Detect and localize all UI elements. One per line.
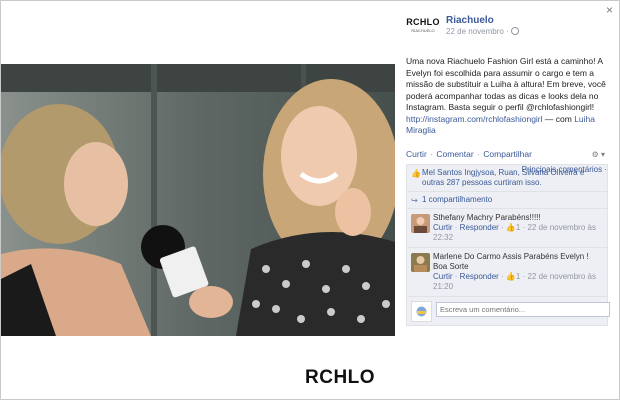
post-header: RCHLO RIACHUELO Riachuelo 22 de novembro… <box>406 11 609 47</box>
avatar[interactable] <box>411 213 430 233</box>
post-photo[interactable] <box>1 64 395 336</box>
comment-author[interactable]: Marlene Do Carmo Assis <box>433 252 521 261</box>
interview-photo-illustration <box>1 64 395 336</box>
page-avatar[interactable]: RCHLO RIACHUELO <box>406 17 440 39</box>
page-name-link[interactable]: Riachuelo <box>446 15 494 26</box>
comment-meta: Curtir · Responder · 👍1 · 22 de novembro… <box>433 222 596 242</box>
shares-summary: ↪ 1 compartilhamento <box>407 192 607 209</box>
avatar-illustration <box>416 306 427 316</box>
brand-caption: RCHLO <box>305 367 376 388</box>
post-date-text: 22 de novembro · <box>446 27 509 36</box>
page-logo-subtext: RIACHUELO <box>411 28 435 33</box>
post-actions: Curtir · Comentar · Compartilhar ⚙ ▾ <box>406 149 609 161</box>
comment-author[interactable]: Sthefany Machry <box>433 213 493 222</box>
comment-like-link[interactable]: Curtir <box>433 272 453 281</box>
shares-link[interactable]: 1 compartilhamento <box>422 195 492 204</box>
comment-item: Sthefany Machry Parabéns!!!!! Curtir · R… <box>407 209 607 248</box>
photo-stage: RCHLO <box>1 1 403 399</box>
post-message: Uma nova Riachuelo Fashion Girl está a c… <box>406 56 609 137</box>
with-text: — com <box>544 113 572 124</box>
comment-likes-count: 1 <box>515 271 521 281</box>
photo-theater-dialog: × RCHLO RCHLO RIACHUELO Riachuelo 22 de … <box>0 0 620 400</box>
globe-icon <box>510 27 519 35</box>
action-separator: · <box>477 148 480 159</box>
comment-text: Parabéns!!!!! <box>495 212 541 222</box>
avatar-illustration <box>411 252 430 272</box>
comment-button[interactable]: Comentar <box>436 149 473 159</box>
like-button[interactable]: Curtir <box>406 149 427 159</box>
avatar[interactable] <box>411 252 430 272</box>
comment-input[interactable] <box>436 301 610 317</box>
like-thumb-icon: 👍 <box>505 271 516 281</box>
likes-summary: 👍 Mel Santos Ingjysoa, Ruan, Silvana Oli… <box>407 165 607 192</box>
options-icon[interactable]: ⚙ ▾ <box>592 149 605 160</box>
comment-reply-link[interactable]: Responder <box>460 272 499 281</box>
top-comments-selector[interactable]: Principais comentários · <box>522 165 607 175</box>
post-date[interactable]: 22 de novembro · <box>446 26 519 37</box>
like-thumb-icon: 👍 <box>411 168 421 178</box>
like-thumb-icon: 👍 <box>505 222 516 232</box>
avatar-illustration <box>411 213 430 233</box>
post-text-main: Uma nova Riachuelo Fashion Girl está a c… <box>406 56 606 112</box>
action-separator: · <box>430 148 433 159</box>
comment-likes-count: 1 <box>515 222 521 232</box>
share-button[interactable]: Compartilhar <box>483 149 532 159</box>
feedback-panel: 👍 Mel Santos Ingjysoa, Ruan, Silvana Oli… <box>406 163 610 326</box>
comment-composer <box>407 297 610 325</box>
page-logo-text: RCHLO <box>406 17 440 27</box>
instagram-link[interactable]: http://instagram.com/rchlofashiongirl <box>406 114 543 124</box>
current-user-avatar <box>411 300 432 322</box>
post-sidebar: RCHLO RIACHUELO Riachuelo 22 de novembro… <box>406 11 610 397</box>
comment-meta: Curtir · Responder · 👍1 · 22 de novembro… <box>433 271 596 291</box>
comment-like-link[interactable]: Curtir <box>433 223 453 232</box>
comment-reply-link[interactable]: Responder <box>460 223 499 232</box>
share-icon: ↪ <box>411 195 418 205</box>
comment-item: Marlene Do Carmo Assis Parabéns Evelyn !… <box>407 248 607 297</box>
